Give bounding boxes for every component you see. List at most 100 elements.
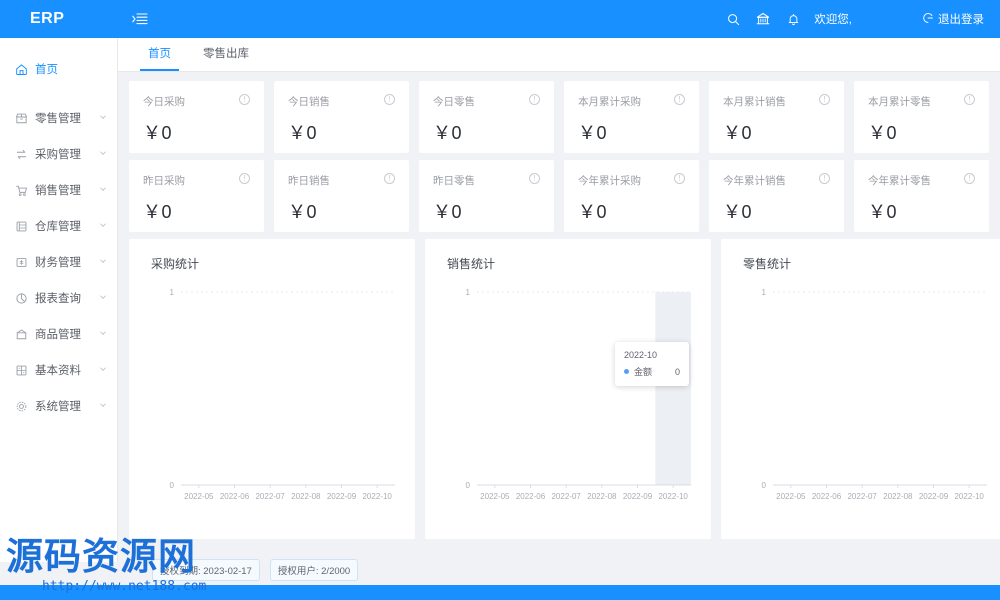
chart-title: 销售统计: [447, 257, 496, 271]
bell-icon[interactable]: [778, 0, 808, 38]
stat-card[interactable]: 今年累计销售! ￥0: [709, 160, 844, 232]
sidebar-item-9[interactable]: 系统管理: [0, 388, 117, 424]
erp-dashboard: ERP 欢迎您, 退出登录 首页 零售管理 采购管理 销售管理 仓库管理 财务管…: [0, 0, 1000, 600]
stat-card-header: 昨日销售!: [288, 173, 395, 188]
svg-text:2022-09: 2022-09: [919, 492, 949, 501]
sidebar-item-label: 系统管理: [35, 401, 81, 413]
svg-text:1: 1: [466, 288, 471, 297]
stat-card[interactable]: 今日销售! ￥0: [274, 81, 409, 153]
footer-badges: 授权到期: 2023-02-17 授权用户: 2/2000: [118, 555, 1000, 585]
info-icon[interactable]: !: [529, 94, 540, 105]
stat-card-header: 本月累计零售!: [868, 94, 975, 109]
pie-chart-icon: [14, 291, 28, 305]
stat-card-title: 今年累计零售: [868, 175, 931, 187]
stat-card[interactable]: 昨日销售! ￥0: [274, 160, 409, 232]
grid-icon: [14, 363, 28, 377]
info-icon[interactable]: !: [674, 173, 685, 184]
stat-card-title: 今年累计采购: [578, 175, 641, 187]
stat-card[interactable]: 昨日采购! ￥0: [129, 160, 264, 232]
sidebar-item-label: 销售管理: [35, 185, 81, 197]
chart-title: 零售统计: [743, 257, 792, 271]
chevron-down-icon: [99, 293, 107, 303]
svg-text:2022-08: 2022-08: [587, 492, 617, 501]
top-header: ERP 欢迎您, 退出登录: [0, 0, 1000, 38]
logout-icon: [922, 12, 934, 26]
svg-text:2022-05: 2022-05: [184, 492, 214, 501]
sidebar-menu-list: 首页零售管理 采购管理销售管理仓库管理 财务管理 报表查询 商品管理 基本资料系统管理: [0, 51, 117, 424]
sidebar-nav[interactable]: 首页零售管理 采购管理销售管理仓库管理 财务管理 报表查询 商品管理 基本资料系统管理: [0, 38, 118, 562]
info-icon[interactable]: !: [529, 173, 540, 184]
stat-card-value: ￥0: [578, 202, 608, 222]
menu-fold-icon[interactable]: [118, 0, 162, 38]
sidebar-item-2[interactable]: 采购管理: [0, 136, 117, 172]
stat-card[interactable]: 今日零售! ￥0: [419, 81, 554, 153]
stat-card-title: 今日采购: [143, 96, 185, 108]
license-users-badge: 授权用户: 2/2000: [269, 559, 359, 581]
sidebar-item-5[interactable]: 财务管理: [0, 244, 117, 280]
stat-card[interactable]: 今日采购! ￥0: [129, 81, 264, 153]
svg-text:2022-07: 2022-07: [551, 492, 581, 501]
search-icon[interactable]: [718, 0, 748, 38]
sidebar-item-3[interactable]: 销售管理: [0, 172, 117, 208]
tab-0[interactable]: 首页: [132, 38, 187, 71]
chevron-down-icon: [99, 185, 107, 195]
info-icon[interactable]: !: [674, 94, 685, 105]
shop-icon[interactable]: [748, 0, 778, 38]
chart-tooltip: 2022-10 金额 0: [615, 342, 690, 386]
stat-card-title: 本月累计采购: [578, 96, 641, 108]
sidebar-item-8[interactable]: 基本资料: [0, 352, 117, 388]
info-icon[interactable]: !: [964, 94, 975, 105]
chart-tooltip-row: 金额 0: [624, 365, 680, 378]
sidebar-item-label: 首页: [35, 64, 58, 76]
tab-1[interactable]: 零售出库: [187, 38, 265, 71]
chart-plot-area[interactable]: 1 0 2022-05 2022-06 2022-07 2022-08 2022-09 202…: [733, 280, 995, 520]
stat-card-header: 今年累计销售!: [723, 173, 830, 188]
stat-card-header: 今日零售!: [433, 94, 540, 109]
sidebar-item-0[interactable]: 首页: [0, 51, 117, 87]
cart-icon: [14, 183, 28, 197]
logout-label: 退出登录: [938, 14, 984, 26]
info-icon[interactable]: !: [384, 94, 395, 105]
stat-card-value: ￥0: [433, 123, 463, 143]
sidebar-divider: [0, 87, 117, 100]
chevron-down-icon: [99, 113, 107, 123]
stat-card[interactable]: 昨日零售! ￥0: [419, 160, 554, 232]
stat-card[interactable]: 今年累计采购! ￥0: [564, 160, 699, 232]
svg-text:2022-10: 2022-10: [658, 492, 688, 501]
app-logo[interactable]: ERP: [0, 0, 118, 38]
sidebar-item-7[interactable]: 商品管理: [0, 316, 117, 352]
svg-text:2022-09: 2022-09: [623, 492, 653, 501]
stat-card-title: 今年累计销售: [723, 175, 786, 187]
info-icon[interactable]: !: [384, 173, 395, 184]
info-icon[interactable]: !: [239, 173, 250, 184]
chart-plot-area[interactable]: 1 0 2022-05 2022-06 2022-07 2022-08 2022-09 202…: [141, 280, 403, 520]
home-icon: [14, 62, 28, 76]
info-icon[interactable]: !: [239, 94, 250, 105]
chart-title: 采购统计: [151, 257, 200, 271]
sidebar-item-1[interactable]: 零售管理: [0, 100, 117, 136]
info-icon[interactable]: !: [964, 173, 975, 184]
box-icon: [14, 327, 28, 341]
logout-button[interactable]: 退出登录: [922, 11, 984, 27]
stat-card[interactable]: 本月累计销售! ￥0: [709, 81, 844, 153]
stat-row-today: 今日采购! ￥0 今日销售! ￥0 今日零售! ￥0 本月累计采购! ￥0 本月累计销售! ￥0 本…: [124, 81, 994, 153]
svg-text:0: 0: [170, 481, 175, 490]
stat-card-title: 本月累计零售: [868, 96, 931, 108]
svg-text:2022-10: 2022-10: [954, 492, 984, 501]
tab-bar[interactable]: 首页 零售出库: [118, 38, 1000, 72]
stat-card-header: 本月累计销售!: [723, 94, 830, 109]
stat-card-header: 昨日零售!: [433, 173, 540, 188]
chart-plot-area[interactable]: 1 0 2022-05 2022-06 2022-07 2022-08 2022-09 202…: [437, 280, 699, 520]
stat-card[interactable]: 本月累计采购! ￥0: [564, 81, 699, 153]
sidebar-item-6[interactable]: 报表查询: [0, 280, 117, 316]
chart-tooltip-title: 2022-10: [624, 350, 658, 360]
svg-text:2022-06: 2022-06: [516, 492, 546, 501]
sidebar-item-4[interactable]: 仓库管理: [0, 208, 117, 244]
info-icon[interactable]: !: [819, 94, 830, 105]
stat-card-value: ￥0: [143, 123, 173, 143]
stat-card[interactable]: 本月累计零售! ￥0: [854, 81, 989, 153]
info-icon[interactable]: !: [819, 173, 830, 184]
chart-card: 采购统计 1 0 2022-05 2022-06 2022-07 2022-08 2022-0…: [129, 239, 415, 539]
stat-card-value: ￥0: [868, 123, 898, 143]
stat-card[interactable]: 今年累计零售! ￥0: [854, 160, 989, 232]
